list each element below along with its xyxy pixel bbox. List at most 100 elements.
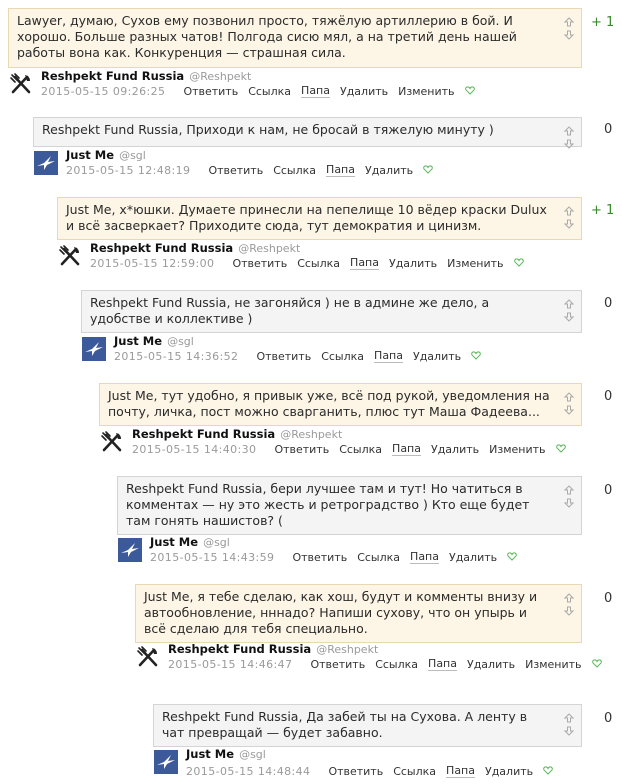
parent-link[interactable]: Папа — [350, 256, 379, 270]
delete-link[interactable]: Удалить — [365, 164, 413, 177]
comment-text: Reshpekt Fund Russia, бери лучшее там и … — [117, 476, 582, 535]
parent-link[interactable]: Папа — [410, 550, 439, 564]
author-handle: @sgl — [119, 149, 146, 162]
fork-knife-icon[interactable] — [58, 244, 82, 268]
author-name[interactable]: Just Me — [114, 334, 162, 348]
fork-knife-icon[interactable] — [9, 72, 33, 96]
upvote-icon[interactable] — [563, 12, 575, 27]
author-name[interactable]: Just Me — [186, 747, 234, 761]
permalink-link[interactable]: Ссылка — [375, 658, 418, 671]
edit-link[interactable]: Изменить — [489, 443, 545, 456]
permalink-link[interactable]: Ссылка — [273, 164, 316, 177]
permalink-link[interactable]: Ссылка — [297, 257, 340, 270]
bird-icon[interactable] — [118, 538, 142, 562]
downvote-icon[interactable] — [563, 25, 575, 40]
vote-controls — [563, 708, 576, 736]
like-heart-icon[interactable] — [591, 658, 602, 671]
reply-link[interactable]: Ответить — [183, 85, 238, 98]
like-heart-icon[interactable] — [543, 765, 553, 778]
author-name[interactable]: Reshpekt Fund Russia — [168, 642, 311, 656]
fork-knife-icon[interactable] — [100, 430, 124, 454]
like-heart-icon[interactable] — [513, 257, 524, 270]
comment-author: Reshpekt Fund Russia @Reshpekt — [90, 241, 300, 255]
parent-link[interactable]: Папа — [392, 442, 421, 456]
comment-text: Just Me, х*юшки. Думаете принесли на пеп… — [57, 197, 582, 240]
delete-link[interactable]: Удалить — [389, 257, 437, 270]
reply-link[interactable]: Ответить — [256, 350, 311, 363]
delete-link[interactable]: Удалить — [431, 443, 479, 456]
comment-author: Reshpekt Fund Russia @Reshpekt — [41, 69, 251, 83]
parent-link[interactable]: Папа — [446, 764, 475, 778]
comment-meta: 2015-05-15 09:26:25 Ответить Ссылка Папа Уда… — [41, 84, 475, 98]
permalink-link[interactable]: Ссылка — [321, 350, 364, 363]
comment-date: 2015-05-15 09:26:25 — [41, 84, 166, 98]
reply-link[interactable]: Ответить — [274, 443, 329, 456]
comment-date: 2015-05-15 14:46:47 — [168, 657, 293, 671]
author-name[interactable]: Reshpekt Fund Russia — [41, 69, 184, 83]
parent-link[interactable]: Папа — [326, 163, 355, 177]
delete-link[interactable]: Удалить — [449, 551, 497, 564]
author-name[interactable]: Just Me — [66, 148, 114, 162]
comment-score: + 1 — [591, 203, 615, 218]
downvote-icon[interactable] — [563, 493, 575, 508]
comment-text: Reshpekt Fund Russia, Приходи к нам, не … — [33, 117, 582, 147]
like-heart-icon[interactable] — [423, 164, 433, 177]
reply-link[interactable]: Ответить — [328, 765, 383, 778]
upvote-icon[interactable] — [563, 201, 575, 216]
permalink-link[interactable]: Ссылка — [339, 443, 382, 456]
comment-score: 0 — [604, 591, 613, 606]
author-name[interactable]: Just Me — [150, 535, 198, 549]
edit-link[interactable]: Изменить — [398, 85, 454, 98]
edit-link[interactable]: Изменить — [525, 658, 581, 671]
comment-text: Just Me, я тебе сделаю, как хош, будут и… — [135, 584, 582, 643]
author-name[interactable]: Reshpekt Fund Russia — [90, 241, 233, 255]
like-heart-icon[interactable] — [464, 85, 475, 98]
like-heart-icon[interactable] — [555, 443, 566, 456]
reply-link[interactable]: Ответить — [208, 164, 263, 177]
delete-link[interactable]: Удалить — [340, 85, 388, 98]
upvote-icon[interactable] — [563, 121, 575, 136]
parent-link[interactable]: Папа — [374, 349, 403, 363]
vote-controls — [563, 387, 576, 415]
upvote-icon[interactable] — [563, 708, 575, 723]
comment-meta: 2015-05-15 14:48:44 Ответить Ссылка Папа Уда… — [186, 764, 553, 778]
bird-icon[interactable] — [82, 337, 106, 361]
bird-icon[interactable] — [34, 151, 58, 175]
vote-controls — [563, 294, 576, 322]
permalink-link[interactable]: Ссылка — [248, 85, 291, 98]
reply-link[interactable]: Ответить — [292, 551, 347, 564]
parent-link[interactable]: Папа — [428, 657, 457, 671]
permalink-link[interactable]: Ссылка — [357, 551, 400, 564]
downvote-icon[interactable] — [563, 307, 575, 322]
delete-link[interactable]: Удалить — [485, 765, 533, 778]
permalink-link[interactable]: Ссылка — [393, 765, 436, 778]
bird-icon[interactable] — [154, 750, 178, 774]
comment-score: + 1 — [591, 15, 615, 30]
fork-knife-icon[interactable] — [136, 645, 160, 669]
upvote-icon[interactable] — [563, 294, 575, 309]
like-heart-icon[interactable] — [507, 551, 517, 564]
author-handle: @Reshpekt — [316, 643, 379, 656]
downvote-icon[interactable] — [563, 134, 575, 149]
downvote-icon[interactable] — [563, 721, 575, 736]
edit-link[interactable]: Изменить — [447, 257, 503, 270]
comment-meta: 2015-05-15 14:43:59 Ответить Ссылка Папа Уда… — [150, 550, 517, 564]
comment-author: Just Me @sgl — [186, 747, 266, 761]
upvote-icon[interactable] — [563, 480, 575, 495]
downvote-icon[interactable] — [563, 400, 575, 415]
like-heart-icon[interactable] — [471, 350, 481, 363]
downvote-icon[interactable] — [563, 214, 575, 229]
delete-link[interactable]: Удалить — [413, 350, 461, 363]
upvote-icon[interactable] — [563, 387, 575, 402]
author-name[interactable]: Reshpekt Fund Russia — [132, 427, 275, 441]
upvote-icon[interactable] — [563, 588, 575, 603]
parent-link[interactable]: Папа — [301, 84, 330, 98]
reply-link[interactable]: Ответить — [232, 257, 287, 270]
comment-author: Just Me @sgl — [66, 148, 146, 162]
comment-score: 0 — [604, 389, 613, 404]
downvote-icon[interactable] — [563, 601, 575, 616]
author-handle: @sgl — [167, 335, 194, 348]
delete-link[interactable]: Удалить — [467, 658, 515, 671]
vote-controls — [563, 121, 576, 149]
reply-link[interactable]: Ответить — [310, 658, 365, 671]
